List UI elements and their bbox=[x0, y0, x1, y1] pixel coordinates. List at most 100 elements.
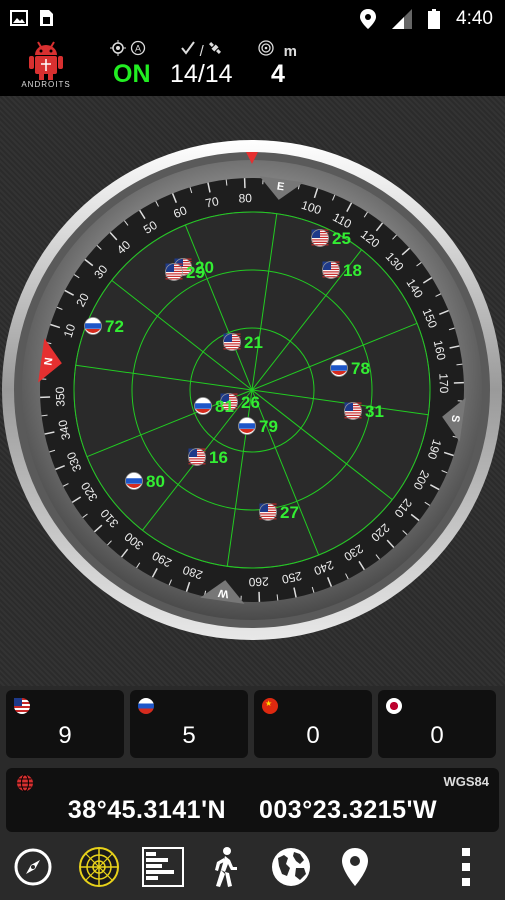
flag-band-blue bbox=[194, 403, 212, 409]
count-gps: 9 bbox=[58, 722, 72, 749]
nav-compass[interactable] bbox=[8, 842, 58, 892]
satellite-21[interactable]: 21 bbox=[223, 333, 263, 352]
latitude: 38°45.3141'N bbox=[67, 796, 227, 824]
accuracy-rings-icon bbox=[258, 40, 274, 56]
nav-more[interactable] bbox=[446, 842, 486, 892]
accuracy-value: 4 bbox=[271, 60, 285, 88]
satellite-27[interactable]: 27 bbox=[259, 503, 299, 522]
satellites-visible: 14 bbox=[204, 60, 233, 88]
china-flag-icon: ★ bbox=[262, 698, 278, 714]
flag-stripe bbox=[344, 414, 362, 416]
count-card-gps: 9 bbox=[6, 690, 124, 758]
satellite-72[interactable]: 72 bbox=[84, 317, 124, 336]
status-bar: 4:40 bbox=[0, 0, 505, 36]
flag-band-blue bbox=[84, 323, 102, 329]
accuracy-icons: m bbox=[258, 40, 297, 60]
sim-card-icon bbox=[40, 10, 53, 26]
satellite-label: 80 bbox=[146, 472, 165, 491]
radar-icon bbox=[79, 847, 119, 887]
satellite-25[interactable]: 25 bbox=[311, 229, 351, 248]
flag-stripe bbox=[259, 513, 277, 515]
nav-location[interactable] bbox=[330, 842, 380, 892]
satellite-80[interactable]: 80 bbox=[125, 472, 165, 491]
android-robot-icon bbox=[29, 41, 63, 80]
satellite-16[interactable]: 16 bbox=[188, 448, 228, 467]
satellite-label: 18 bbox=[343, 261, 362, 280]
cardinal-label-north: N bbox=[42, 357, 55, 367]
accuracy-unit: m bbox=[283, 43, 297, 60]
signal-bars-icon bbox=[142, 847, 184, 887]
japan-flag-icon bbox=[386, 698, 402, 714]
satellite-label: 21 bbox=[244, 333, 263, 352]
flag-stripe bbox=[322, 273, 340, 275]
flag-stripe bbox=[188, 458, 206, 460]
nav-signal-bars[interactable] bbox=[138, 842, 188, 892]
us-flag-icon bbox=[14, 698, 30, 714]
dial-degree-label: 80 bbox=[238, 191, 252, 205]
satellite-31[interactable]: 31 bbox=[344, 402, 384, 421]
coordinates: 38°45.3141'N 003°23.3215'W bbox=[6, 796, 499, 825]
longitude: 003°23.3215'W bbox=[258, 796, 438, 824]
app-header: ANDROITS A / m ON 14/14 4 bbox=[0, 36, 505, 96]
flag-stripe bbox=[165, 275, 183, 277]
count-glonass: 5 bbox=[182, 722, 196, 749]
satellite-fix-count: 14/14 bbox=[170, 60, 233, 89]
image-icon bbox=[10, 10, 28, 26]
walking-person-icon bbox=[215, 847, 237, 887]
battery-icon bbox=[428, 9, 441, 29]
signal-icon bbox=[392, 9, 413, 29]
russia-flag-icon bbox=[138, 698, 154, 714]
satellite-label: 29 bbox=[186, 263, 205, 282]
satellite-label: 25 bbox=[332, 229, 351, 248]
gps-state: ON bbox=[113, 60, 151, 88]
clock: 4:40 bbox=[456, 8, 493, 29]
flag-stripe bbox=[311, 241, 329, 243]
globe-icon bbox=[272, 848, 310, 886]
count-qzss: 0 bbox=[430, 722, 444, 749]
satellites-separator: / bbox=[197, 60, 205, 88]
satellite-radar[interactable]: 10203040506070 80 100110120130140150160170… bbox=[0, 96, 505, 686]
dial-degree-label: 350 bbox=[53, 386, 68, 407]
svg-text:A: A bbox=[135, 44, 141, 54]
flag-stripe bbox=[259, 515, 277, 517]
satellite-label: 72 bbox=[105, 317, 124, 336]
satellites-used: 14 bbox=[170, 60, 198, 88]
map-pin-icon bbox=[342, 848, 368, 886]
coordinates-panel: WGS84 38°45.3141'N 003°23.3215'W bbox=[6, 768, 499, 832]
flag-stripe bbox=[165, 273, 183, 275]
flag-stripe bbox=[344, 412, 362, 414]
dial-degree-label: 260 bbox=[248, 574, 269, 589]
constellation-counts: 9 5 ★ 0 0 bbox=[0, 690, 505, 764]
satellite-label: 27 bbox=[280, 503, 299, 522]
flag-band-blue bbox=[330, 365, 348, 371]
flag-stripe bbox=[223, 343, 241, 345]
flag-stripe bbox=[188, 460, 206, 462]
flag-stripe bbox=[223, 345, 241, 347]
satellite-label: 16 bbox=[209, 448, 228, 467]
nav-globe[interactable] bbox=[266, 842, 316, 892]
dial-degree-label: 170 bbox=[436, 373, 451, 394]
satellite-label: 78 bbox=[351, 359, 370, 378]
location-pin-icon bbox=[360, 9, 377, 29]
flag-band-blue bbox=[238, 423, 256, 429]
satellite-18[interactable]: 18 bbox=[322, 261, 362, 280]
satellite-29[interactable]: 29 bbox=[165, 263, 205, 282]
check-icon bbox=[181, 41, 195, 55]
satellite-label: 79 bbox=[259, 417, 278, 436]
gps-target-icon bbox=[110, 40, 126, 56]
globe-grid-icon bbox=[17, 774, 33, 792]
satellite-78[interactable]: 78 bbox=[330, 359, 370, 378]
nav-walk[interactable] bbox=[200, 842, 250, 892]
satellite-79[interactable]: 79 bbox=[238, 417, 278, 436]
app-logo: ANDROITS bbox=[20, 38, 72, 92]
a-circle-icon: A bbox=[130, 40, 145, 56]
flag-band-blue bbox=[125, 478, 143, 484]
satellite-count-icons: / bbox=[180, 40, 223, 60]
bottom-navigation bbox=[0, 836, 505, 900]
count-card-beidou: ★ 0 bbox=[254, 690, 372, 758]
satellite-81[interactable]: 81 bbox=[194, 397, 234, 416]
logo-text: ANDROITS bbox=[21, 80, 71, 89]
nav-radar[interactable] bbox=[74, 842, 124, 892]
datum-label: WGS84 bbox=[443, 774, 489, 789]
compass-icon bbox=[14, 848, 52, 886]
